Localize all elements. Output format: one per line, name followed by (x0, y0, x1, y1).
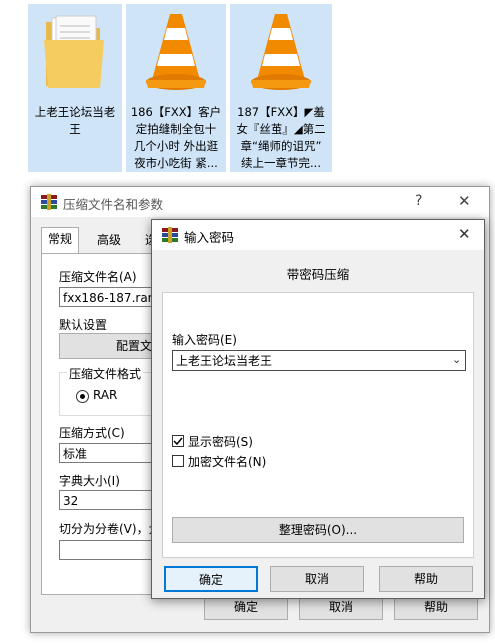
format-rar-label: RAR (93, 388, 118, 402)
dialog-title: 压缩文件名和参数 (63, 197, 164, 212)
split-volumes-label: 切分为分卷(V)，大 (59, 522, 161, 536)
enter-password-label: 输入密码(E) (172, 333, 237, 347)
winrar-icon (41, 194, 57, 210)
chevron-down-icon[interactable]: ⌄ (452, 353, 461, 366)
organize-passwords-button[interactable]: 整理密码(O)... (172, 517, 464, 543)
password-help-button[interactable]: 帮助 (379, 566, 473, 592)
password-dialog-title: 输入密码 (184, 230, 235, 245)
encrypt-filenames-checkbox[interactable] (172, 455, 184, 467)
vlc-cone-icon (249, 10, 313, 94)
tab-advanced[interactable]: 高级 (91, 229, 127, 251)
dictionary-size-label: 字典大小(I) (59, 474, 120, 488)
dialog-titlebar: 压缩文件名和参数 ? ✕ (31, 187, 489, 217)
close-icon[interactable]: ✕ (458, 225, 471, 243)
password-dialog-titlebar: 输入密码 ✕ (152, 220, 484, 250)
format-rar-radio[interactable] (76, 390, 89, 403)
file-tile-video-187[interactable]: 187【FXX】◤羞 女『丝茧』◢第二 章“绳师的诅咒” 续上一章节完... (230, 4, 332, 172)
tab-general[interactable]: 常规 (41, 227, 80, 253)
password-input[interactable]: 上老王论坛当老王 (172, 350, 466, 371)
file-tile-folder[interactable]: 上老王论坛当老 王 (28, 4, 122, 172)
vlc-cone-icon (144, 10, 208, 94)
show-password-checkbox[interactable] (172, 435, 184, 447)
show-password-label: 显示密码(S) (188, 435, 253, 449)
password-heading: 带密码压缩 (286, 267, 350, 282)
close-icon[interactable]: ✕ (458, 192, 471, 210)
file-label: 187【FXX】◤羞 女『丝茧』◢第二 章“绳师的诅咒” 续上一章节完... (236, 105, 326, 170)
archive-name-label: 压缩文件名(A) (59, 270, 137, 284)
password-panel: 输入密码(E) 上老王论坛当老王 ⌄ 显示密码(S) 加密文件名(N) 整理密码… (162, 292, 474, 558)
file-label: 上老王论坛当老 王 (34, 105, 116, 136)
folder-icon (42, 12, 106, 92)
password-ok-button[interactable]: 确定 (164, 566, 258, 592)
encrypt-filenames-label: 加密文件名(N) (188, 455, 267, 469)
archive-format-label: 压缩文件格式 (67, 365, 144, 382)
default-settings-label: 默认设置 (59, 318, 108, 332)
file-tile-video-186[interactable]: 186【FXX】客户 定拍缝制全包十 几个小时 外出逛 夜市小吃街 紧... (126, 4, 226, 172)
winrar-icon (162, 227, 178, 243)
password-cancel-button[interactable]: 取消 (270, 566, 364, 592)
help-icon[interactable]: ? (415, 193, 422, 209)
password-dialog: 输入密码 ✕ 带密码压缩 输入密码(E) 上老王论坛当老王 ⌄ 显示密码(S) … (151, 219, 485, 599)
file-label: 186【FXX】客户 定拍缝制全包十 几个小时 外出逛 夜市小吃街 紧... (130, 105, 222, 170)
compression-method-label: 压缩方式(C) (59, 426, 125, 440)
